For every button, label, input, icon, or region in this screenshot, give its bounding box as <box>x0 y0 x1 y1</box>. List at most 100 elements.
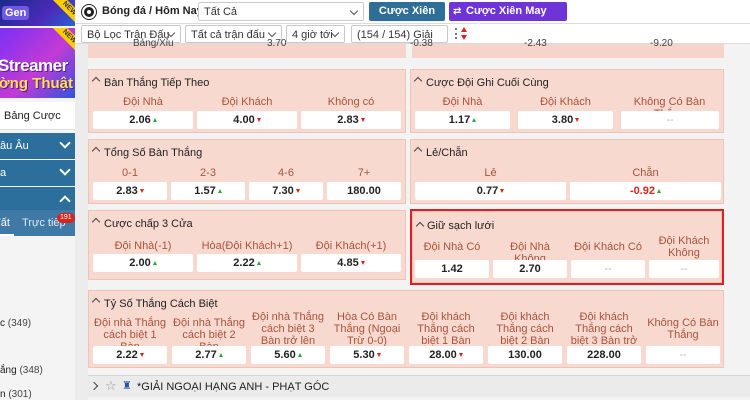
streamer-promo-banner[interactable]: NEW Streamer ờng Thuật <box>0 28 75 98</box>
selection-label: 4-6 <box>278 167 294 179</box>
league-row[interactable]: ☆ ♜ *GIẢI NGOẠI HẠNG ANH - PHẠT GÓC <box>88 375 750 397</box>
parlay-button[interactable]: Cược Xiên <box>369 2 445 21</box>
time-range-select[interactable]: 4 giờ tới <box>286 25 345 43</box>
sidebar-section-2[interactable]: a <box>0 160 75 186</box>
selection-label: Đội khách Thắng cách biệt 2 Bàn <box>496 311 554 347</box>
market-title: Bàn Thắng Tiếp Theo <box>104 77 210 89</box>
tab-all[interactable]: Tất <box>0 217 10 229</box>
odds-down-icon <box>376 353 381 358</box>
left-sidebar: Gen NEW NEW Streamer ờng Thuật Bảng Cược… <box>0 0 75 400</box>
odds-down-icon <box>139 189 144 194</box>
collapse-icon[interactable] <box>413 76 423 86</box>
breadcrumb: Bóng đá / Hôm Nay <box>102 5 203 17</box>
odds-button[interactable]: 2.83 <box>301 111 401 129</box>
partial-odd: -2.43 <box>524 38 547 49</box>
partial-odd: -0.38 <box>410 38 433 49</box>
market-panel-odd-even: Lẻ/Chẵn Lẻ Chẵn 0.77 -0.92 <box>410 139 724 204</box>
selection-label: Đội Nhà <box>123 96 163 108</box>
market-title: Cược chấp 3 Cửa <box>104 218 193 230</box>
odds-up-icon <box>152 118 157 123</box>
sidebar-list-label: ắng <box>0 365 17 376</box>
market-title: Tỷ Số Thắng Cách Biệt <box>104 298 218 310</box>
sidebar-list-label: n <box>0 389 6 400</box>
odds-button[interactable]: 4.00 <box>197 111 297 129</box>
bet-slip-tab[interactable]: Bảng Cược <box>0 102 75 130</box>
collapse-icon[interactable] <box>413 146 423 156</box>
collapse-icon[interactable] <box>91 146 101 156</box>
odds-button[interactable]: 4.85 <box>301 254 401 272</box>
bet-slip-label: Bảng Cược <box>4 110 61 122</box>
odds-button[interactable]: 2.00 <box>93 254 193 272</box>
market-panel-total-goals: Tổng Số Bàn Thắng 0-1 2-3 4-6 7+ 2.83 1.… <box>88 139 406 204</box>
highlight-box <box>410 209 724 285</box>
odds-up-icon <box>297 353 302 358</box>
lucky-parlay-button[interactable]: ⇄ Cược Xiên May Mắn <box>449 2 567 36</box>
selection-label: Chẵn <box>632 167 659 179</box>
promo-banner-text: Gen <box>2 6 30 20</box>
collapse-icon[interactable] <box>91 297 101 307</box>
collapse-icon[interactable] <box>91 76 101 86</box>
top-bar: Bóng đá / Hôm Nay Tất Cả Cược Xiên ⇄ Cượ… <box>75 0 750 36</box>
all-matches-label: Tất cả trận đấu <box>191 29 265 41</box>
odds-button[interactable]: 180.00 <box>327 182 401 200</box>
sport-select[interactable]: Tất Cả <box>198 2 364 21</box>
sidebar-list-count: (348) <box>19 365 43 376</box>
promo-banner-top[interactable]: Gen NEW <box>0 0 75 26</box>
selection-label: 7+ <box>357 167 371 179</box>
market-title: Cược Đội Ghi Cuối Cùng <box>426 77 549 89</box>
odds-button[interactable]: 2.06 <box>93 111 193 129</box>
odds-button[interactable]: 2.22 <box>93 346 167 364</box>
odds-up-icon <box>152 261 157 266</box>
sidebar-section-europe[interactable]: âu Âu <box>0 133 75 159</box>
odds-button[interactable]: 0.77 <box>415 182 566 200</box>
odds-down-icon <box>139 353 144 358</box>
market-panel-last-goal: Cược Đội Ghi Cuối Cùng Đội Nhà Đội Khách… <box>410 69 724 133</box>
sort-icon[interactable] <box>454 26 468 42</box>
selection-label: Hòa(Đội Khách+1) <box>201 240 293 252</box>
collapse-icon[interactable] <box>91 217 101 227</box>
odds-down-icon <box>360 261 365 266</box>
odds-button[interactable]: 2.83 <box>93 182 167 200</box>
chevron-down-icon <box>267 28 277 38</box>
odds-button[interactable]: 228.00 <box>567 346 641 364</box>
partial-label: Bảng/Xỉu <box>133 38 174 49</box>
chevron-up-icon <box>59 195 71 207</box>
sidebar-list-item[interactable]: c (349) <box>0 318 31 329</box>
selection-label: Đội Khách <box>221 96 273 108</box>
odds-button[interactable]: 7.30 <box>249 182 323 200</box>
odds-button[interactable]: 130.00 <box>488 346 562 364</box>
odds-button[interactable]: 2.77 <box>172 346 246 364</box>
odds-up-icon <box>472 118 477 123</box>
selection-label: Lẻ <box>484 167 497 179</box>
streamer-promo-line2: ờng Thuật <box>0 75 73 92</box>
odds-up-icon <box>657 189 662 194</box>
markets-gutter <box>75 44 88 400</box>
odds-down-icon <box>500 189 505 194</box>
odds-button[interactable]: 1.57 <box>171 182 245 200</box>
sidebar-list-item[interactable]: ắng (348) <box>0 365 43 376</box>
selection-label: Đội Nhà(-1) <box>114 240 172 252</box>
odds-down-icon <box>360 118 365 123</box>
league-name: *GIẢI NGOẠI HẠNG ANH - PHẠT GÓC <box>137 381 330 393</box>
league-filter-button[interactable]: (154 / 154) Giải <box>351 25 448 43</box>
partial-market-row: Bảng/Xỉu 3.70 <box>88 38 406 58</box>
market-panel-winning-margin: Tỷ Số Thắng Cách Biệt Đội nhà Thắng cách… <box>88 290 724 368</box>
chevron-right-icon[interactable] <box>89 381 99 391</box>
odds-button[interactable]: 28.00 <box>409 346 483 364</box>
odds-button[interactable]: -0.92 <box>570 182 721 200</box>
soccer-ball-icon <box>82 5 96 19</box>
selection-label: 2-3 <box>200 167 216 179</box>
favorite-star-icon[interactable]: ☆ <box>105 378 117 394</box>
odds-up-icon <box>256 261 261 266</box>
odds-button[interactable]: 5.60 <box>251 346 325 364</box>
time-range-label: 4 giờ tới <box>292 29 333 41</box>
selection-label: 0-1 <box>122 167 138 179</box>
odds-button-disabled: -- <box>621 111 719 129</box>
sidebar-list-item[interactable]: n (301) <box>0 389 32 400</box>
odds-button[interactable]: 1.17 <box>415 111 510 129</box>
streamer-promo-line1: Streamer <box>0 56 68 75</box>
odds-button[interactable]: 5.30 <box>330 346 404 364</box>
odds-button[interactable]: 2.22 <box>197 254 297 272</box>
odds-button[interactable]: 3.80 <box>518 111 613 129</box>
chevron-down-icon <box>349 6 359 16</box>
